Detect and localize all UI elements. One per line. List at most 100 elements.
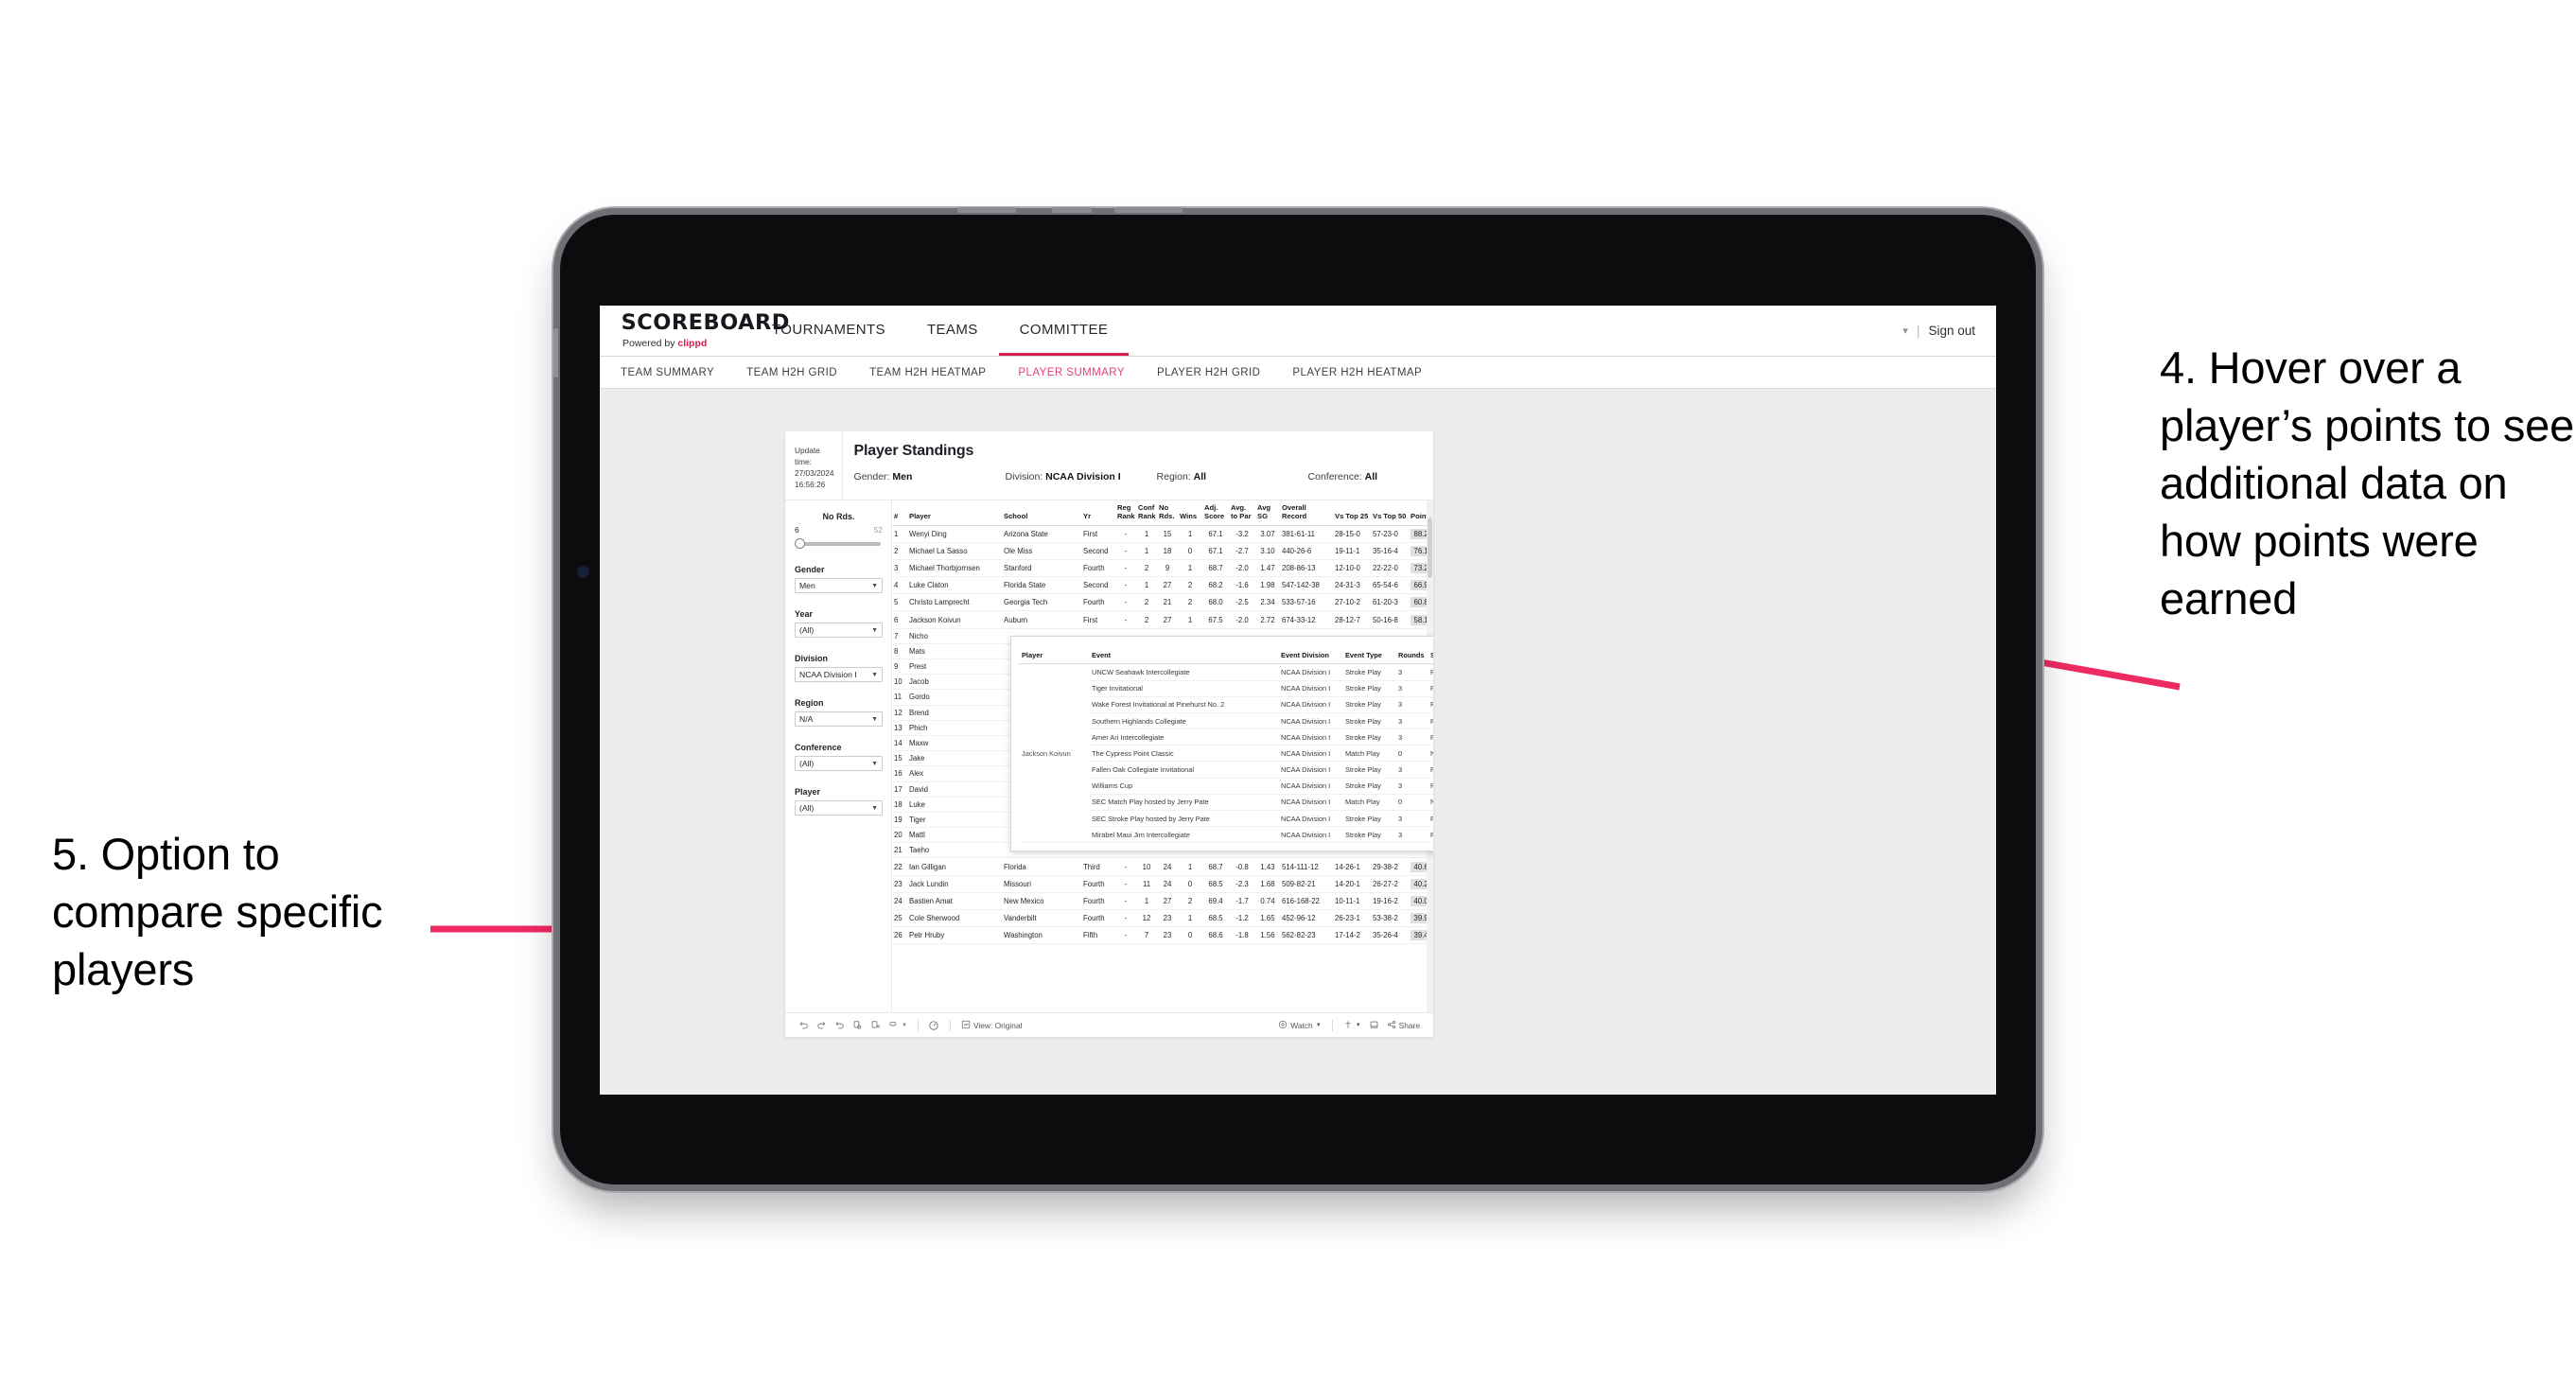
subnav-player-h2h-grid[interactable]: PLAYER H2H GRID bbox=[1157, 367, 1277, 378]
col-overall-record[interactable]: Overall Record bbox=[1280, 500, 1333, 526]
watch-button[interactable]: Watch ▼ bbox=[1274, 1020, 1324, 1031]
refresh-icon[interactable] bbox=[849, 1016, 867, 1034]
year-select[interactable]: (All) ▼ bbox=[795, 623, 883, 639]
col-avg-to-par[interactable]: Avg. to Par bbox=[1229, 500, 1255, 526]
no-rounds-slider[interactable] bbox=[795, 537, 883, 550]
subscribe-menu[interactable]: ▼ bbox=[1340, 1020, 1365, 1031]
brand-logo[interactable]: SCOREBOARD Powered by clippd bbox=[600, 306, 790, 356]
table-cell-t25: 27-10-2 bbox=[1333, 593, 1371, 612]
table-row[interactable]: 23 Jack Lundin Missouri Fourth -11 24 0 68.5 -2.… bbox=[892, 875, 1433, 893]
table-row[interactable]: 26 Petr Hruby Washington Fifth -7 23 0 68.6 -1.8… bbox=[892, 926, 1433, 945]
col-rank[interactable]: # bbox=[892, 500, 907, 526]
table-cell-nr: 27 bbox=[1157, 892, 1178, 911]
viz-toolbar: ▼ View: Original Watch ▼ ▼ Share bbox=[785, 1012, 1433, 1037]
brand-tagline-accent: clippd bbox=[677, 337, 708, 349]
col-conf-rank[interactable]: Conf Rank bbox=[1136, 500, 1157, 526]
col-school[interactable]: School bbox=[1002, 500, 1081, 526]
table-row[interactable]: 2 Michael La Sasso Ole Miss Second -1 18 0 67.1… bbox=[892, 542, 1433, 560]
table-cell-num: 5 bbox=[892, 593, 907, 612]
subnav-player-h2h-heatmap[interactable]: PLAYER H2H HEATMAP bbox=[1292, 367, 1439, 378]
nav-item-committee[interactable]: COMMITTEE bbox=[998, 306, 1130, 356]
tt-col-event-division: Event Division bbox=[1278, 642, 1342, 665]
slider-handle[interactable] bbox=[795, 538, 805, 550]
nav-item-teams[interactable]: TEAMS bbox=[906, 306, 999, 356]
table-cell-adj: 67.1 bbox=[1202, 542, 1229, 560]
table-cell-play: Nicho bbox=[907, 628, 1002, 644]
pause-icon[interactable] bbox=[867, 1016, 885, 1034]
table-row[interactable]: 24 Bastien Amat New Mexico Fourth -1 27 2 69.4-… bbox=[892, 892, 1433, 911]
table-row[interactable]: 1 Wenyi Ding Arizona State First -1 15 1 67.1 -3… bbox=[892, 525, 1433, 543]
chevron-down-icon: ▼ bbox=[1355, 1022, 1361, 1028]
col-vs-top-50[interactable]: Vs Top 50 bbox=[1371, 500, 1409, 526]
share-button[interactable]: Share bbox=[1383, 1020, 1424, 1031]
table-cell-atp: -3.2 bbox=[1229, 525, 1255, 543]
tooltip-cell-rounds: 3 bbox=[1395, 680, 1428, 697]
table-cell-nr: 27 bbox=[1157, 576, 1178, 595]
table-cell-play: Wenyi Ding bbox=[907, 525, 1002, 543]
export-menu[interactable]: ▼ bbox=[885, 1019, 911, 1031]
table-cell-sg: 3.10 bbox=[1255, 542, 1280, 560]
redo-icon[interactable] bbox=[813, 1016, 831, 1034]
slider-track bbox=[798, 542, 881, 546]
table-cell-num: 22 bbox=[892, 857, 907, 876]
col-player[interactable]: Player bbox=[907, 500, 1002, 526]
table-cell-play: Jackson Koivun bbox=[907, 610, 1002, 629]
reset-icon[interactable] bbox=[925, 1016, 943, 1034]
tt-col-status: Status bbox=[1428, 642, 1433, 665]
table-cell-play: Mats bbox=[907, 643, 1002, 660]
table-row[interactable]: 5 Christo Lamprecht Georgia Tech Fourth -2 21… bbox=[892, 593, 1433, 612]
table-row[interactable]: 25 Cole Sherwood Vanderbilt Fourth -12 23 1 68.… bbox=[892, 909, 1433, 928]
filter-conference-label: Conference bbox=[795, 743, 842, 753]
table-row[interactable]: 3 Michael Thorbjornsen Stanford Fourth -2 9 1 6… bbox=[892, 559, 1433, 578]
region-select[interactable]: N/A ▼ bbox=[795, 711, 883, 728]
table-cell-yr: Fourth bbox=[1081, 892, 1115, 911]
revert-icon[interactable] bbox=[831, 1016, 849, 1034]
tooltip-cell-div: NCAA Division I bbox=[1278, 680, 1342, 697]
filter-no-rounds-label: No Rds. bbox=[822, 512, 855, 522]
tooltip-cell-div: NCAA Division I bbox=[1278, 728, 1342, 746]
download-icon[interactable] bbox=[1365, 1016, 1383, 1034]
view-original-button[interactable]: View: Original bbox=[957, 1020, 1026, 1031]
table-cell-cr: 2 bbox=[1136, 610, 1157, 629]
col-vs-top-25[interactable]: Vs Top 25 bbox=[1333, 500, 1371, 526]
undo-icon[interactable] bbox=[795, 1016, 813, 1034]
table-row[interactable]: 4 Luke Claton Florida State Second -1 27 2 68.2… bbox=[892, 576, 1433, 595]
table-cell-play: Prest bbox=[907, 658, 1002, 675]
conference-select[interactable]: (All) ▼ bbox=[795, 756, 883, 772]
table-scrollbar-thumb[interactable] bbox=[1428, 518, 1432, 579]
page-title: Player Standings bbox=[853, 443, 974, 459]
col-adj-score[interactable]: Adj. Score bbox=[1202, 500, 1229, 526]
col-no-rds[interactable]: No Rds. bbox=[1157, 500, 1178, 526]
player-select[interactable]: (All) ▼ bbox=[795, 800, 883, 816]
col-reg-rank[interactable]: Reg Rank bbox=[1115, 500, 1136, 526]
col-wins[interactable]: Wins bbox=[1178, 500, 1202, 526]
filter-summary-gender-value: Men bbox=[892, 471, 913, 482]
table-cell-play: Gordo bbox=[907, 689, 1002, 706]
sign-out-link[interactable]: Sign out bbox=[1928, 324, 1975, 338]
table-cell-nr: 18 bbox=[1157, 542, 1178, 560]
player-standings-table-wrap[interactable]: # Player School Yr Reg Rank Conf Rank No… bbox=[892, 500, 1433, 1012]
subnav-player-summary[interactable]: PLAYER SUMMARY bbox=[1018, 367, 1142, 378]
gender-select[interactable]: Men ▼ bbox=[795, 578, 883, 594]
subnav-team-h2h-grid[interactable]: TEAM H2H GRID bbox=[746, 367, 854, 378]
export-icon bbox=[888, 1019, 899, 1031]
table-cell-rr: - bbox=[1115, 542, 1136, 560]
table-cell-yr: Fourth bbox=[1081, 875, 1115, 893]
table-row[interactable]: 6 Jackson Koivun Auburn First -2 27 1 67.5 -2.0 2… bbox=[892, 610, 1433, 629]
power-button bbox=[1114, 207, 1183, 213]
table-cell-sg: 1.56 bbox=[1255, 926, 1280, 945]
subnav-team-summary[interactable]: TEAM SUMMARY bbox=[621, 367, 731, 378]
user-menu-icon[interactable]: ▾ bbox=[1902, 325, 1908, 337]
table-cell-school: New Mexico bbox=[1002, 892, 1081, 911]
table-cell-num: 7 bbox=[892, 628, 907, 644]
col-avg-sg[interactable]: Avg SG bbox=[1255, 500, 1280, 526]
chevron-down-icon: ▼ bbox=[871, 715, 878, 723]
table-cell-school: Arizona State bbox=[1002, 525, 1081, 543]
table-row[interactable]: 22 Ian Gilligan Florida Third -10 24 1 68.7 -0.8… bbox=[892, 857, 1433, 876]
subnav-team-h2h-heatmap[interactable]: TEAM H2H HEATMAP bbox=[869, 367, 1003, 378]
division-select[interactable]: NCAA Division I ▼ bbox=[795, 667, 883, 683]
col-year[interactable]: Yr bbox=[1081, 500, 1115, 526]
tooltip-cell-status: NULL bbox=[1428, 745, 1433, 763]
front-camera-icon bbox=[579, 567, 587, 576]
tooltip-cell-div: NCAA Division I bbox=[1278, 761, 1342, 779]
